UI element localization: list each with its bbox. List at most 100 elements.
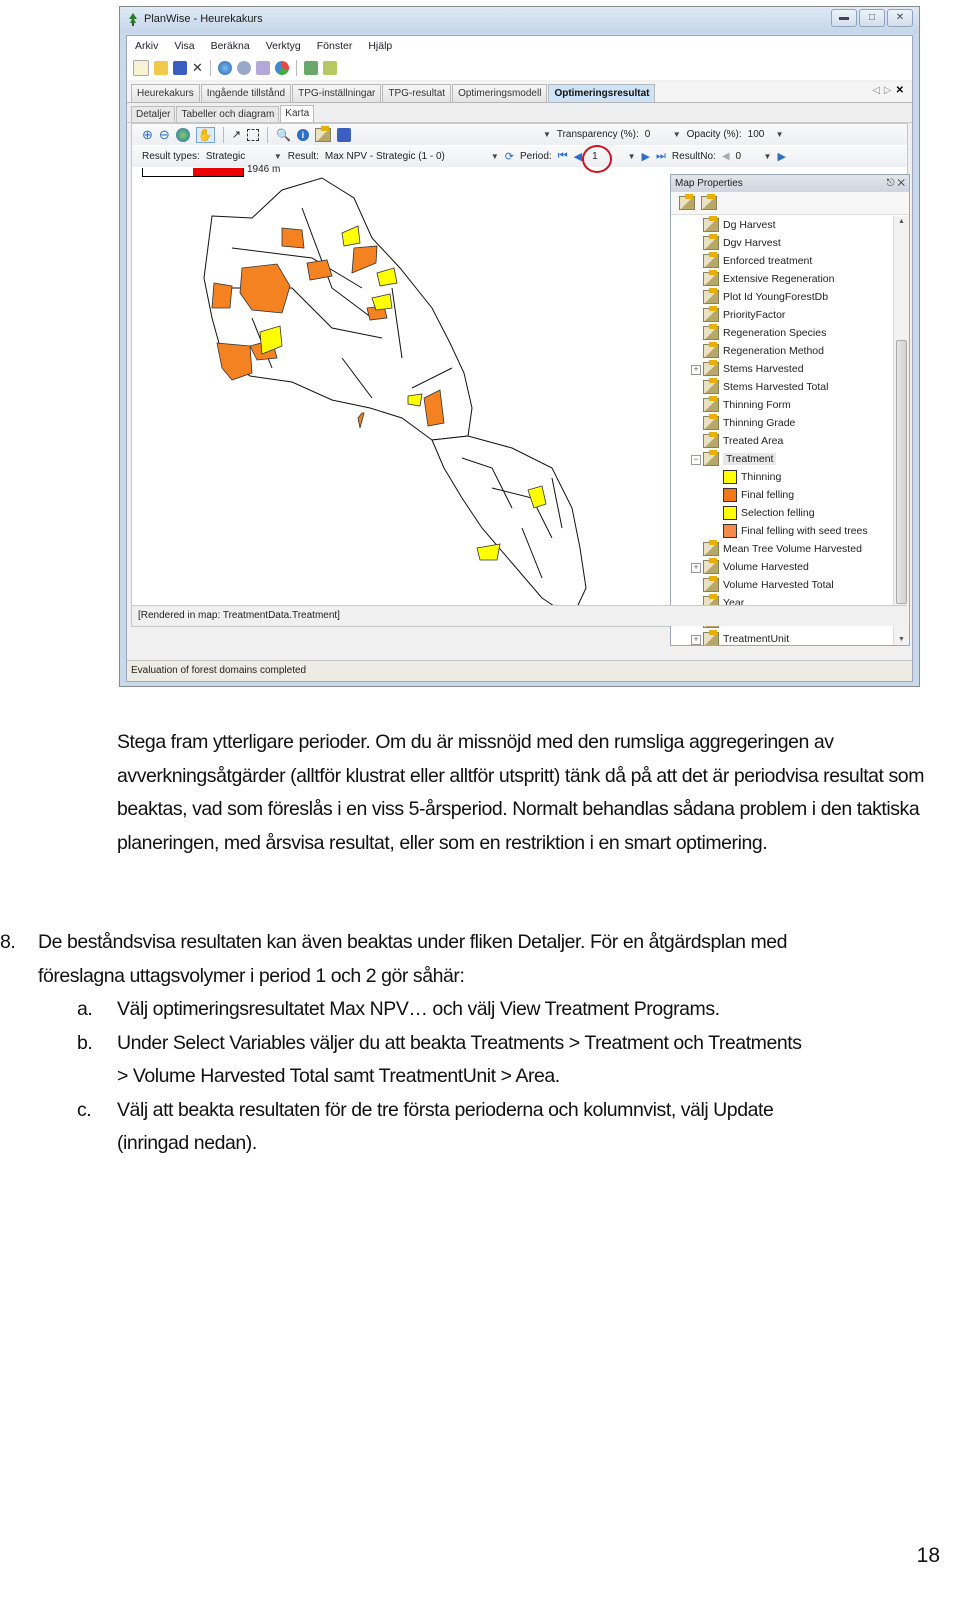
tab-heurekakurs[interactable]: Heurekakurs: [131, 84, 200, 102]
menu-fonster[interactable]: Fönster: [317, 40, 353, 52]
tree-item[interactable]: Volume Harvested Total: [671, 576, 893, 594]
collapse-icon[interactable]: −: [691, 455, 701, 465]
menu-verktyg[interactable]: Verktyg: [266, 40, 301, 52]
tree-item[interactable]: − Treatment: [671, 450, 893, 468]
subtab-tabeller-och-diagram[interactable]: Tabeller och diagram: [176, 106, 280, 122]
opacity-combo[interactable]: 100: [748, 129, 770, 140]
resultno-dropdown-arrow-icon[interactable]: ▼: [764, 152, 772, 161]
tab-scroll-left-icon[interactable]: ◁: [872, 85, 884, 96]
tree-item[interactable]: Dg Harvest: [671, 216, 893, 234]
tab-optimeringsmodell[interactable]: Optimeringsmodell: [452, 84, 548, 102]
stand-final-felling: [211, 282, 233, 309]
save-map-icon[interactable]: [336, 127, 351, 142]
tab-ingaende-tillstand[interactable]: Ingående tillstånd: [200, 84, 292, 102]
refresh-icon[interactable]: ⟳: [505, 150, 514, 163]
delete-icon[interactable]: ✕: [192, 60, 203, 76]
tree-item[interactable]: Regeneration Species: [671, 324, 893, 342]
globe-icon[interactable]: [217, 61, 232, 75]
tree-item[interactable]: Extensive Regeneration: [671, 270, 893, 288]
save-icon[interactable]: [173, 61, 187, 75]
menu-visa[interactable]: Visa: [174, 40, 194, 52]
new-file-icon[interactable]: [133, 60, 149, 76]
rectangle-select-icon[interactable]: [246, 128, 259, 141]
pan-hand-icon[interactable]: ✋: [195, 126, 215, 143]
page-number: 18: [916, 1544, 940, 1567]
tree-item[interactable]: + Stems Harvested: [671, 360, 893, 378]
chart-icon[interactable]: [274, 61, 289, 75]
close-button[interactable]: ✕: [887, 9, 913, 27]
layer-properties-icon[interactable]: [314, 125, 331, 142]
transparency-combo[interactable]: 0: [645, 129, 667, 140]
tab-scroll-right-icon[interactable]: ▷: [884, 85, 896, 96]
legend-swatch: [723, 506, 737, 520]
tree-item[interactable]: PriorityFactor: [671, 306, 893, 324]
menu-berakna[interactable]: Beräkna: [211, 40, 250, 52]
full-extent-globe-icon[interactable]: [175, 127, 190, 142]
result-combo[interactable]: Max NPV - Strategic (1 - 0): [325, 151, 485, 162]
zoom-in-icon[interactable]: ⊕: [142, 127, 153, 143]
tree-item[interactable]: + TreatmentUnit: [671, 630, 893, 645]
pin-icon[interactable]: ⎋: [887, 178, 895, 189]
tab-tpg-resultat[interactable]: TPG-resultat: [382, 84, 452, 102]
tree-item[interactable]: Mean Tree Volume Harvested: [671, 540, 893, 558]
tree-item[interactable]: Dgv Harvest: [671, 234, 893, 252]
info-icon[interactable]: i: [296, 128, 309, 141]
expand-icon[interactable]: +: [691, 563, 701, 573]
legend-item[interactable]: Final felling with seed trees: [671, 522, 893, 540]
tree-item[interactable]: Treated Area: [671, 432, 893, 450]
layer-search-icon[interactable]: [701, 194, 717, 210]
forest-map[interactable]: [132, 168, 672, 620]
legend-item[interactable]: Final felling: [671, 486, 893, 504]
menu-arkiv[interactable]: Arkiv: [135, 40, 158, 52]
legend-item[interactable]: Selection felling: [671, 504, 893, 522]
period-combo[interactable]: 1: [582, 145, 613, 173]
layer-icon[interactable]: [679, 194, 695, 210]
tab-optimeringsresultat[interactable]: Optimeringsresultat: [548, 84, 656, 102]
import-icon[interactable]: [303, 61, 318, 75]
result-types-combo[interactable]: Strategic: [206, 151, 268, 162]
toolbar-separator: [209, 60, 211, 76]
expand-icon[interactable]: +: [691, 365, 701, 375]
opacity-dropdown-arrow-icon[interactable]: ▼: [673, 130, 681, 139]
map-properties-scrollbar[interactable]: ▲ ▼: [893, 216, 909, 645]
next-period-icon[interactable]: ▶: [642, 150, 650, 163]
tree-item[interactable]: Enforced treatment: [671, 252, 893, 270]
scrollbar-thumb[interactable]: [896, 340, 907, 604]
tree-item[interactable]: Thinning Grade: [671, 414, 893, 432]
select-arrow-icon[interactable]: ↗: [232, 128, 241, 141]
close-tab-icon[interactable]: ✕: [896, 85, 908, 96]
minimize-button[interactable]: ▬: [831, 9, 857, 27]
last-period-icon[interactable]: ⏭: [656, 150, 666, 163]
tree-item[interactable]: Plot Id YoungForestDb: [671, 288, 893, 306]
opacity-combo-arrow-icon[interactable]: ▼: [776, 130, 784, 139]
expand-icon[interactable]: +: [691, 635, 701, 645]
scroll-down-icon[interactable]: ▼: [898, 636, 905, 643]
tab-tpg-installningar[interactable]: TPG-inställningar: [292, 84, 382, 102]
subtab-detaljer[interactable]: Detaljer: [131, 106, 176, 122]
tree-item[interactable]: Stems Harvested Total: [671, 378, 893, 396]
database-icon[interactable]: [255, 61, 270, 75]
tree-item[interactable]: + Volume Harvested: [671, 558, 893, 576]
tree-item[interactable]: Regeneration Method: [671, 342, 893, 360]
result-types-dropdown-arrow-icon[interactable]: ▼: [274, 152, 282, 161]
connect-icon[interactable]: [236, 61, 251, 75]
subtab-karta[interactable]: Karta: [280, 105, 315, 122]
legend-item[interactable]: Thinning: [671, 468, 893, 486]
open-folder-icon[interactable]: [154, 61, 168, 75]
resultno-combo[interactable]: 0: [736, 151, 758, 162]
tree-item[interactable]: Thinning Form: [671, 396, 893, 414]
period-dropdown-arrow-icon[interactable]: ▼: [628, 152, 636, 161]
first-period-icon[interactable]: ⏮: [558, 150, 568, 163]
export-icon[interactable]: [322, 61, 337, 75]
previous-resultno-icon[interactable]: ◀: [722, 151, 730, 162]
next-resultno-icon[interactable]: ▶: [777, 150, 785, 163]
previous-period-icon[interactable]: ◀: [574, 150, 582, 163]
transparency-dropdown-arrow-icon[interactable]: ▼: [543, 130, 551, 139]
maximize-button[interactable]: □: [859, 9, 885, 27]
zoom-out-icon[interactable]: ⊖: [159, 127, 170, 143]
result-dropdown-arrow-icon[interactable]: ▼: [491, 152, 499, 161]
scroll-up-icon[interactable]: ▲: [898, 218, 905, 225]
close-panel-icon[interactable]: ✕: [897, 178, 905, 189]
find-magnifier-icon[interactable]: 🔍: [276, 128, 291, 142]
menu-hjalp[interactable]: Hjälp: [368, 40, 392, 52]
